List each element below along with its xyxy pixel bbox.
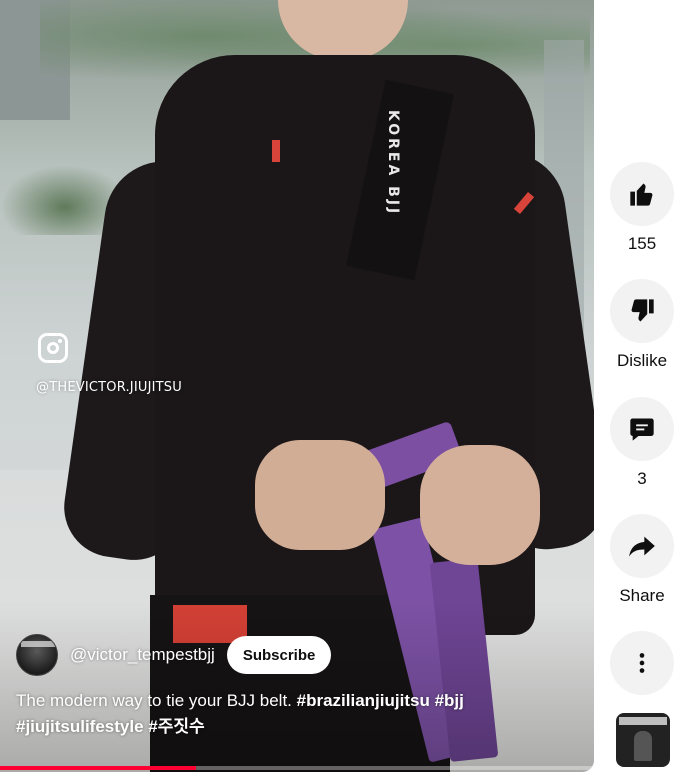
dislike-button[interactable] bbox=[610, 279, 674, 343]
comments-button[interactable] bbox=[610, 397, 674, 461]
lapel-text: KOREA BJJ bbox=[385, 110, 401, 217]
subscribe-button[interactable]: Subscribe bbox=[226, 636, 332, 674]
like-action: 155 bbox=[606, 162, 678, 254]
hashtag-link[interactable]: #jiujitsulifestyle bbox=[16, 717, 144, 736]
thumbnail-banner bbox=[619, 717, 667, 725]
video-player[interactable]: KOREA BJJ @THEVICTOR.JIUJITSU @victor_te… bbox=[0, 0, 594, 772]
comment-icon bbox=[630, 418, 654, 441]
more-options-button[interactable] bbox=[610, 631, 674, 695]
like-count: 155 bbox=[627, 234, 657, 253]
hashtag-link[interactable]: #주짓수 bbox=[148, 717, 204, 736]
progress-bar[interactable] bbox=[0, 766, 594, 770]
share-action: Share bbox=[606, 514, 678, 606]
comment-count: 3 bbox=[637, 469, 647, 488]
instagram-icon bbox=[38, 333, 68, 363]
like-button[interactable] bbox=[610, 162, 674, 226]
thumbs-down-icon bbox=[631, 299, 654, 322]
thumbs-up-icon bbox=[630, 183, 653, 206]
caption-text: The modern way to tie your BJJ belt. bbox=[16, 691, 292, 710]
hashtag-link[interactable]: #bjj bbox=[435, 691, 464, 710]
action-bar: 155 Dislike 3 Share bbox=[606, 0, 678, 784]
right-hand bbox=[420, 445, 540, 565]
share-label: Share bbox=[619, 586, 665, 605]
left-hand bbox=[255, 440, 385, 550]
progress-bar-fill bbox=[0, 766, 197, 770]
channel-row: @victor_tempestbjj Subscribe bbox=[16, 634, 332, 676]
watermark-handle: @THEVICTOR.JIUJITSU bbox=[36, 380, 182, 395]
remix-thumbnail[interactable] bbox=[616, 713, 670, 767]
thumbnail-figure bbox=[634, 731, 652, 761]
share-icon bbox=[629, 536, 655, 557]
dislike-label: Dislike bbox=[616, 351, 668, 370]
more-action bbox=[606, 631, 678, 695]
hashtag-link[interactable]: #brazilianjiujitsu bbox=[297, 691, 430, 710]
share-button[interactable] bbox=[610, 514, 674, 578]
channel-avatar[interactable] bbox=[16, 634, 58, 676]
comments-action: 3 bbox=[606, 397, 678, 489]
caption-gradient bbox=[0, 600, 594, 772]
channel-handle[interactable]: @victor_tempestbjj bbox=[70, 645, 215, 665]
red-tag bbox=[272, 140, 280, 162]
video-caption[interactable]: The modern way to tie your BJJ belt. #br… bbox=[16, 688, 576, 740]
more-vertical-icon bbox=[639, 653, 645, 673]
dislike-action: Dislike bbox=[606, 279, 678, 371]
